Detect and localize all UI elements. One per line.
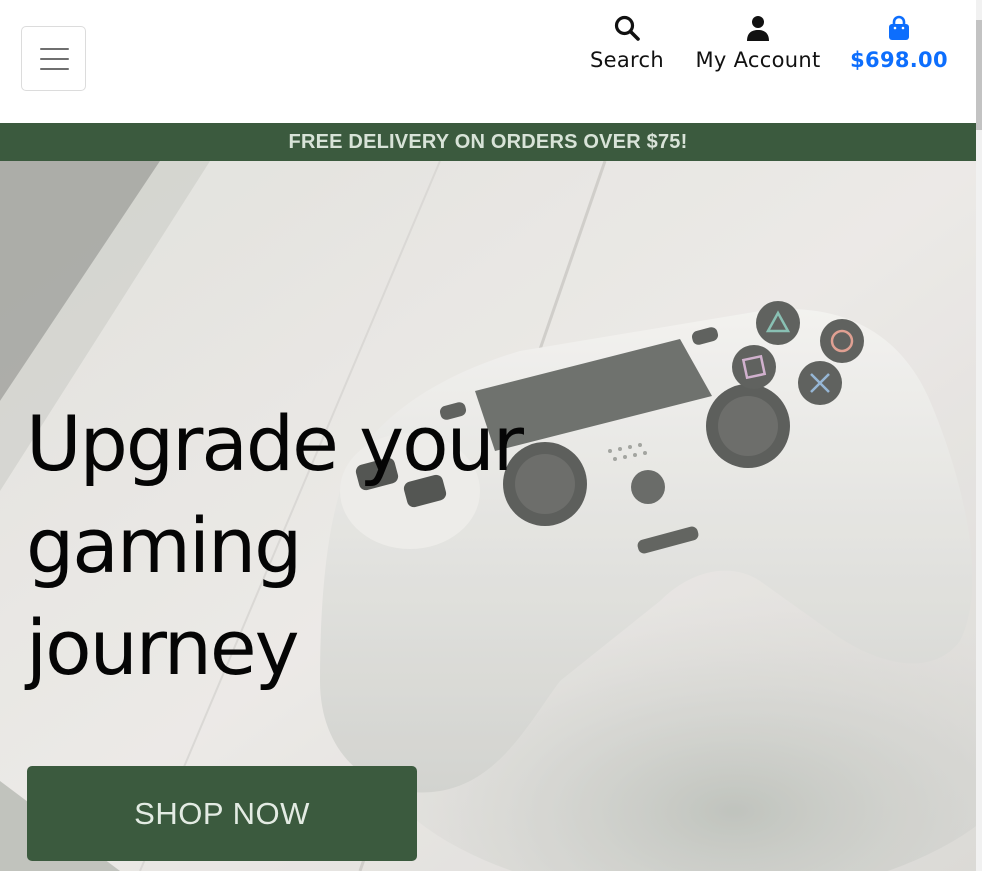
my-account-link[interactable]: My Account (688, 14, 828, 72)
shop-now-button[interactable]: SHOP NOW (27, 766, 417, 861)
shopping-bag-icon (889, 15, 909, 40)
hero-title-line-1: Upgrade your (26, 399, 524, 488)
shop-now-label: SHOP NOW (134, 796, 310, 831)
user-icon (747, 16, 769, 41)
page: Search My Account $698.00 FREE DELIVERY … (0, 0, 982, 871)
banner-text: FREE DELIVERY ON ORDERS OVER $75! (288, 131, 688, 153)
scrollbar-thumb[interactable] (976, 20, 982, 130)
cart-total: $698.00 (850, 48, 948, 72)
hero-title-line-3: journey (26, 603, 300, 692)
free-delivery-banner: FREE DELIVERY ON ORDERS OVER $75! (0, 123, 976, 161)
my-account-label: My Account (695, 48, 821, 72)
site-header: Search My Account $698.00 (0, 0, 976, 123)
page-scrollbar[interactable] (976, 0, 982, 871)
hero-title-line-2: gaming (26, 501, 302, 590)
search-link[interactable]: Search (586, 14, 668, 72)
search-label: Search (590, 48, 664, 72)
search-icon (614, 15, 640, 41)
cart-link[interactable]: $698.00 (846, 14, 952, 72)
menu-toggle-button[interactable] (21, 26, 86, 91)
hero-title: Upgrade your gaming journey (26, 393, 546, 699)
hero-section: Upgrade your gaming journey SHOP NOW (0, 161, 976, 871)
